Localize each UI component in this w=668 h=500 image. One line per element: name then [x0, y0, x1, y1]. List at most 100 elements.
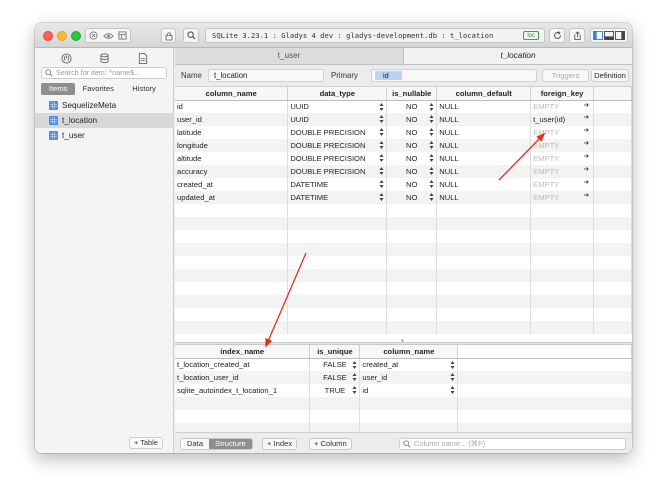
sidebar-item-t-location[interactable]: t_location	[35, 113, 174, 128]
index-column-cell[interactable]: user_id	[359, 371, 459, 384]
column-default-cell[interactable]: NULL	[436, 113, 532, 126]
stepper-icon[interactable]	[450, 385, 455, 395]
arrow-right-icon[interactable]: ➔	[584, 152, 589, 160]
grid-icon[interactable]	[115, 31, 130, 40]
header-index-name[interactable]: index_name	[175, 345, 311, 359]
column-search-input[interactable]: Column name... (⌘F)	[399, 438, 626, 450]
column-default-cell[interactable]: NULL	[436, 100, 532, 113]
structure-view-button[interactable]: Structure	[209, 439, 252, 449]
stepper-icon[interactable]	[352, 360, 357, 370]
table-row[interactable]: created_at DATETIME NO NULL EMPTY ➔	[175, 178, 632, 191]
arrow-right-icon[interactable]: ➔	[584, 126, 589, 134]
foreign-key-cell[interactable]: EMPTY ➔	[530, 126, 595, 139]
lock-button[interactable]	[161, 28, 176, 43]
primary-key-field[interactable]: id	[371, 69, 537, 82]
data-type-cell[interactable]: DOUBLE PRECISION	[287, 139, 388, 152]
upload-button[interactable]	[569, 28, 585, 43]
stepper-icon[interactable]	[450, 372, 455, 382]
data-type-cell[interactable]: DOUBLE PRECISION	[287, 126, 388, 139]
database-icon[interactable]	[97, 51, 111, 65]
bottom-panel-icon[interactable]	[604, 31, 614, 40]
refresh-button[interactable]	[549, 28, 565, 43]
is-unique-cell[interactable]: FALSE	[309, 371, 361, 384]
table-row[interactable]: altitude DOUBLE PRECISION NO NULL EMPTY ➔	[175, 152, 632, 165]
triggers-button[interactable]: Triggers	[542, 69, 589, 82]
is-nullable-cell[interactable]: NO	[386, 152, 438, 165]
connection-address-bar[interactable]: SQLite 3.23.1 : Gladys 4 dev : gladys-de…	[205, 28, 545, 43]
foreign-key-cell[interactable]: EMPTY ➔	[530, 191, 595, 204]
column-default-cell[interactable]: NULL	[436, 152, 532, 165]
is-nullable-cell[interactable]: NO	[386, 191, 438, 204]
header-data-type[interactable]: data_type	[287, 87, 388, 101]
stepper-icon[interactable]	[379, 114, 384, 124]
table-row[interactable]: id UUID NO NULL EMPTY ➔	[175, 100, 632, 113]
arrow-right-icon[interactable]: ➔	[584, 113, 589, 121]
index-column-cell[interactable]: created_at	[359, 358, 459, 371]
header-column-default[interactable]: column_default	[436, 87, 532, 101]
column-default-cell[interactable]: NULL	[436, 139, 532, 152]
is-nullable-cell[interactable]: NO	[386, 100, 438, 113]
column-name-cell[interactable]: user_id	[175, 113, 289, 126]
table-row[interactable]: updated_at DATETIME NO NULL EMPTY ➔	[175, 191, 632, 204]
is-nullable-cell[interactable]: NO	[386, 139, 438, 152]
data-type-cell[interactable]: DOUBLE PRECISION	[287, 165, 388, 178]
arrow-right-icon[interactable]: ➔	[584, 191, 589, 199]
data-type-cell[interactable]: UUID	[287, 100, 388, 113]
stepper-icon[interactable]	[429, 102, 434, 112]
table-row[interactable]: user_id UUID NO NULL t_user(id) ➔	[175, 113, 632, 126]
index-name-cell[interactable]: t_location_user_id	[175, 371, 311, 384]
column-default-cell[interactable]: NULL	[436, 126, 532, 139]
data-type-cell[interactable]: DATETIME	[287, 191, 388, 204]
is-nullable-cell[interactable]: NO	[386, 126, 438, 139]
connection-icon[interactable]	[59, 51, 73, 65]
column-name-cell[interactable]: id	[175, 100, 289, 113]
divider-handle[interactable]	[401, 339, 404, 342]
zoom-window-button[interactable]	[71, 31, 81, 41]
table-row[interactable]: sqlite_autoindex_t_location_1 TRUE id	[175, 384, 632, 397]
arrow-right-icon[interactable]: ➔	[584, 165, 589, 173]
sidebar-item-sequelizemeta[interactable]: SequelizeMeta	[35, 98, 174, 113]
sidebar-search-input[interactable]: Search for item: ^name$...	[41, 67, 167, 79]
definition-button[interactable]: Definition	[591, 69, 629, 82]
header-foreign-key[interactable]: foreign_key	[530, 87, 595, 101]
stepper-icon[interactable]	[379, 140, 384, 150]
stepper-icon[interactable]	[379, 192, 384, 202]
table-row[interactable]: t_location_user_id FALSE user_id	[175, 371, 632, 384]
stepper-icon[interactable]	[379, 102, 384, 112]
table-name-field[interactable]: t_location	[208, 69, 324, 82]
index-name-cell[interactable]: t_location_created_at	[175, 358, 311, 371]
sidebar-tab-items[interactable]: Items	[41, 83, 76, 95]
column-default-cell[interactable]: NULL	[436, 165, 532, 178]
arrow-right-icon[interactable]: ➔	[584, 178, 589, 186]
header-column-name[interactable]: column_name	[175, 87, 289, 101]
column-default-cell[interactable]: NULL	[436, 178, 532, 191]
close-window-button[interactable]	[43, 31, 53, 41]
column-name-cell[interactable]: longitude	[175, 139, 289, 152]
search-button[interactable]	[183, 28, 199, 43]
foreign-key-cell[interactable]: EMPTY ➔	[530, 152, 595, 165]
is-nullable-cell[interactable]: NO	[386, 165, 438, 178]
sql-file-icon[interactable]	[136, 51, 150, 65]
add-index-button[interactable]: + Index	[262, 438, 298, 450]
sidebar-toggle-icon[interactable]	[593, 31, 603, 40]
header-index-column-name[interactable]: column_name	[359, 345, 459, 359]
stepper-icon[interactable]	[429, 192, 434, 202]
minimize-window-button[interactable]	[57, 31, 67, 41]
data-type-cell[interactable]: UUID	[287, 113, 388, 126]
stepper-icon[interactable]	[379, 127, 384, 137]
tab-t-user[interactable]: t_user	[175, 48, 404, 64]
index-name-cell[interactable]: sqlite_autoindex_t_location_1	[175, 384, 311, 397]
is-nullable-cell[interactable]: NO	[386, 113, 438, 126]
data-type-cell[interactable]: DOUBLE PRECISION	[287, 152, 388, 165]
foreign-key-cell[interactable]: t_user(id) ➔	[530, 113, 595, 126]
add-column-button[interactable]: + Column	[309, 438, 352, 450]
stepper-icon[interactable]	[429, 114, 434, 124]
tab-t-location[interactable]: t_location	[404, 48, 632, 64]
header-is-unique[interactable]: is_unique	[309, 345, 361, 359]
column-name-cell[interactable]: altitude	[175, 152, 289, 165]
arrow-right-icon[interactable]: ➔	[584, 139, 589, 147]
sidebar-tab-favorites[interactable]: Favorites	[75, 83, 121, 95]
table-row[interactable]: t_location_created_at FALSE created_at	[175, 358, 632, 371]
column-default-cell[interactable]: NULL	[436, 191, 532, 204]
stepper-icon[interactable]	[429, 127, 434, 137]
